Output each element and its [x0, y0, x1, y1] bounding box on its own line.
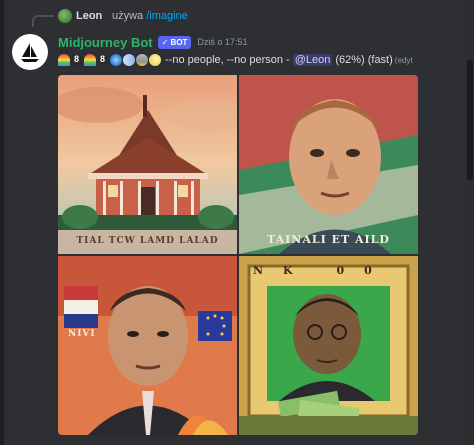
- reply-context: używa /imagine: [112, 10, 188, 22]
- generated-image-4[interactable]: NK 00: [239, 256, 418, 435]
- reply-username[interactable]: Leon: [76, 10, 102, 22]
- banknote-portrait-illustration: [239, 256, 418, 435]
- portrait-illustration: [239, 75, 418, 254]
- message-timestamp[interactable]: Dziś o 17:51: [197, 37, 247, 47]
- reply-connector: [32, 15, 54, 27]
- window-edge: [0, 0, 4, 445]
- generated-image-3[interactable]: NIVI: [58, 256, 237, 435]
- bot-badge: ✓ BOT: [157, 35, 192, 49]
- image-grid: TIAL TCW LAMD LALAD TAINALI ET AILD NIVI…: [58, 75, 418, 435]
- rainbow-emoji-icon: [84, 54, 96, 66]
- house-illustration: [58, 75, 237, 254]
- image-caption: TAINALI ET AILD: [267, 233, 390, 246]
- scrollbar-track[interactable]: [466, 0, 474, 445]
- sailboat-icon: [21, 43, 39, 62]
- portrait-flags-illustration: [58, 256, 237, 435]
- message-header: Midjourney Bot ✓ BOT Dziś o 17:51: [58, 34, 247, 50]
- rainbow-emoji-icon: [58, 54, 70, 66]
- progress-text: (62%): [335, 54, 365, 66]
- author-name[interactable]: Midjourney Bot: [58, 35, 153, 50]
- eight-ball-emoji-icon: [97, 54, 109, 66]
- wind-emoji-icon: [123, 54, 135, 66]
- reply-action: używa: [112, 10, 144, 22]
- image-caption: NK 00: [253, 264, 392, 277]
- user-mention[interactable]: @Leon: [292, 54, 333, 66]
- image-caption: TIAL TCW LAMD LALAD: [76, 236, 219, 246]
- mode-text: (fast): [367, 54, 393, 66]
- generated-image-1[interactable]: TIAL TCW LAMD LALAD: [58, 75, 237, 254]
- reply-avatar[interactable]: [58, 9, 72, 23]
- eight-ball-emoji-icon: [71, 54, 83, 66]
- generated-image-2[interactable]: TAINALI ET AILD: [239, 75, 418, 254]
- scrollbar-thumb[interactable]: [467, 60, 473, 180]
- edited-label: (edyt: [394, 55, 413, 65]
- bot-avatar[interactable]: [12, 34, 48, 70]
- prompt-text: --no people, --no person -: [165, 54, 290, 66]
- image-caption: NIVI: [68, 329, 96, 339]
- reply-command[interactable]: /imagine: [146, 10, 188, 22]
- moon-emoji-icon: [149, 54, 161, 66]
- cyclone-emoji-icon: [110, 54, 122, 66]
- message-content: --no people, --no person - @Leon (62%) (…: [58, 52, 474, 68]
- storm-cloud-emoji-icon: [136, 54, 148, 66]
